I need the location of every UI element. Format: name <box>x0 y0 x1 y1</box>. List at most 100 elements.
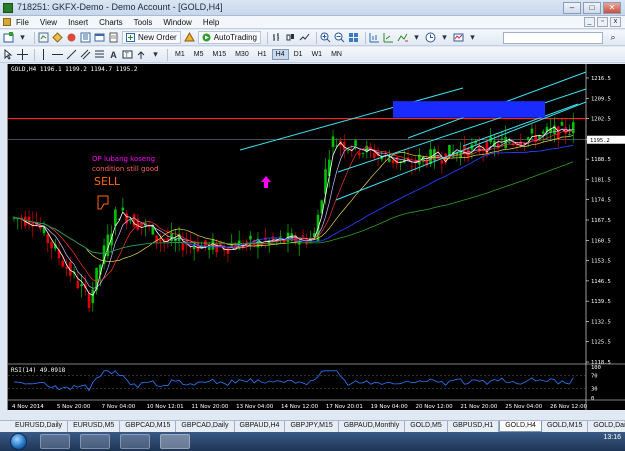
candle-body <box>526 137 530 141</box>
taskbar-app-terminal[interactable] <box>160 434 190 449</box>
candle-body <box>215 243 218 253</box>
candle-body <box>65 267 68 269</box>
market-watch-icon[interactable] <box>52 32 63 43</box>
chart-window-icon[interactable] <box>3 18 11 26</box>
candle-body <box>91 289 95 303</box>
candle-body <box>249 235 252 240</box>
timeframe-h4[interactable]: H4 <box>271 49 289 60</box>
tab-gold-h4[interactable]: GOLD,H4 <box>499 421 542 432</box>
candlestick-icon[interactable] <box>285 32 296 43</box>
taskbar-app-folder[interactable] <box>80 434 110 449</box>
standard-toolbar: ▾ New Order AutoTrading ▾ ▾ ▾ ⌕ <box>0 30 625 46</box>
search-input[interactable] <box>503 32 603 44</box>
timeframe-m15[interactable]: M15 <box>208 49 230 60</box>
time-tick-label: 19 Nov 04:00 <box>371 404 409 410</box>
taskbar-app-browser[interactable] <box>120 434 150 449</box>
zoom-out-icon[interactable] <box>334 32 345 43</box>
menu-file[interactable]: File <box>16 18 29 27</box>
periods-dropdown-icon[interactable]: ▾ <box>439 32 450 43</box>
cursor-icon[interactable] <box>3 49 14 60</box>
horizontal-line-icon[interactable] <box>52 49 63 60</box>
candle-body <box>530 128 534 134</box>
timeframe-m1[interactable]: M1 <box>171 49 189 60</box>
tab-gold-daily[interactable]: GOLD,Daily <box>588 421 625 432</box>
chart-shift-icon[interactable] <box>369 32 380 43</box>
minimize-button[interactable]: – <box>563 2 581 14</box>
text-icon[interactable]: A <box>108 49 119 60</box>
menu-tools[interactable]: Tools <box>134 18 153 27</box>
autotrading-button[interactable]: AutoTrading <box>197 31 261 44</box>
auto-scroll-icon[interactable] <box>383 32 394 43</box>
terminal-icon[interactable] <box>94 32 105 43</box>
new-order-label: New Order <box>138 33 177 42</box>
tab-gold-m15[interactable]: GOLD,M15 <box>542 421 589 432</box>
templates-dropdown-icon[interactable]: ▾ <box>467 32 478 43</box>
tab-eurusd-daily[interactable]: EURUSD,Daily <box>10 421 69 432</box>
timeframe-m5[interactable]: M5 <box>190 49 208 60</box>
text-label-icon[interactable]: T <box>122 49 133 60</box>
close-button[interactable]: ✕ <box>603 2 621 14</box>
crosshair-icon[interactable] <box>17 49 28 60</box>
tab-gold-m5[interactable]: GOLD,M5 <box>405 421 448 432</box>
chart-minimize-button[interactable]: _ <box>584 17 595 27</box>
indicators-icon[interactable] <box>397 32 408 43</box>
arrows-dropdown-icon[interactable]: ▾ <box>150 49 161 60</box>
tab-gbpcad-m15[interactable]: GBPCAD,M15 <box>120 421 177 432</box>
chart-close-button[interactable]: x <box>610 17 621 27</box>
chart-dropdown-icon[interactable]: ▾ <box>17 32 28 43</box>
search-icon[interactable]: ⌕ <box>607 32 619 44</box>
timeframe-w1[interactable]: W1 <box>308 49 327 60</box>
start-button[interactable] <box>10 433 27 450</box>
navigator-icon[interactable] <box>80 32 91 43</box>
vertical-line-icon[interactable] <box>38 49 49 60</box>
menu-window[interactable]: Window <box>163 18 191 27</box>
candle-body <box>305 239 309 245</box>
arrows-icon[interactable] <box>136 49 147 60</box>
menu-view[interactable]: View <box>40 18 57 27</box>
maximize-button[interactable]: □ <box>583 2 601 14</box>
candle-body <box>121 207 125 211</box>
current-price-label: 1195.2 <box>590 138 610 144</box>
chart-restore-button[interactable]: ▫ <box>597 17 608 27</box>
menu-charts[interactable]: Charts <box>99 18 123 27</box>
tab-gbpcad-daily[interactable]: GBPCAD,Daily <box>176 421 235 432</box>
new-chart-icon[interactable] <box>3 32 14 43</box>
timeframe-mn[interactable]: MN <box>327 49 346 60</box>
profiles-icon[interactable] <box>38 32 49 43</box>
symbol-header: GOLD,H4 1196.1 1199.2 1194.7 1195.2 <box>11 66 138 73</box>
price-tick-label: 1188.5 <box>591 157 611 163</box>
tab-gbpjpy-m15[interactable]: GBPJPY,M15 <box>285 421 339 432</box>
new-order-button[interactable]: New Order <box>122 31 181 44</box>
tile-windows-icon[interactable] <box>348 32 359 43</box>
title-bar: 718251: GKFX-Demo - Demo Account - [GOLD… <box>0 0 625 16</box>
autotrading-icon <box>202 33 211 42</box>
tab-gbpusd-h1[interactable]: GBPUSD,H1 <box>448 421 500 432</box>
fibonacci-icon[interactable] <box>94 49 105 60</box>
taskbar-app-explorer[interactable] <box>40 434 70 449</box>
chart-canvas[interactable]: 1216.5 1209.5 1202.5 1195.2 1188.5 1181.5 1174… <box>8 64 625 410</box>
tab-eurusd-m5[interactable]: EURUSD,M5 <box>68 421 121 432</box>
periods-icon[interactable] <box>425 32 436 43</box>
bar-chart-icon[interactable] <box>271 32 282 43</box>
menu-insert[interactable]: Insert <box>68 18 88 27</box>
templates-icon[interactable] <box>453 32 464 43</box>
price-chart[interactable]: 1216.5 1209.5 1202.5 1195.2 1188.5 1181.5 1174… <box>7 64 625 410</box>
zoom-in-icon[interactable] <box>320 32 331 43</box>
annotation-op: OP lubang koseng <box>92 155 155 163</box>
expert-icon[interactable] <box>183 32 195 43</box>
timeframe-m30[interactable]: M30 <box>231 49 253 60</box>
indicators-dropdown-icon[interactable]: ▾ <box>411 32 422 43</box>
data-window-icon[interactable] <box>66 32 77 43</box>
price-tick-label: 1202.5 <box>591 117 611 123</box>
tab-gbpaud-monthly[interactable]: GBPAUD,Monthly <box>339 421 406 432</box>
timeframe-h1[interactable]: H1 <box>254 49 271 60</box>
time-tick-label: 26 Nov 12:00 <box>550 404 588 410</box>
trendline-icon[interactable] <box>66 49 77 60</box>
line-chart-icon[interactable] <box>299 32 310 43</box>
timeframe-d1[interactable]: D1 <box>290 49 307 60</box>
strategy-tester-icon[interactable] <box>108 32 119 43</box>
terminal-window: 718251: GKFX-Demo - Demo Account - [GOLD… <box>0 0 625 451</box>
tab-gbpaud-h4[interactable]: GBPAUD,H4 <box>235 421 286 432</box>
equidistant-channel-icon[interactable] <box>80 49 91 60</box>
menu-help[interactable]: Help <box>203 18 219 27</box>
